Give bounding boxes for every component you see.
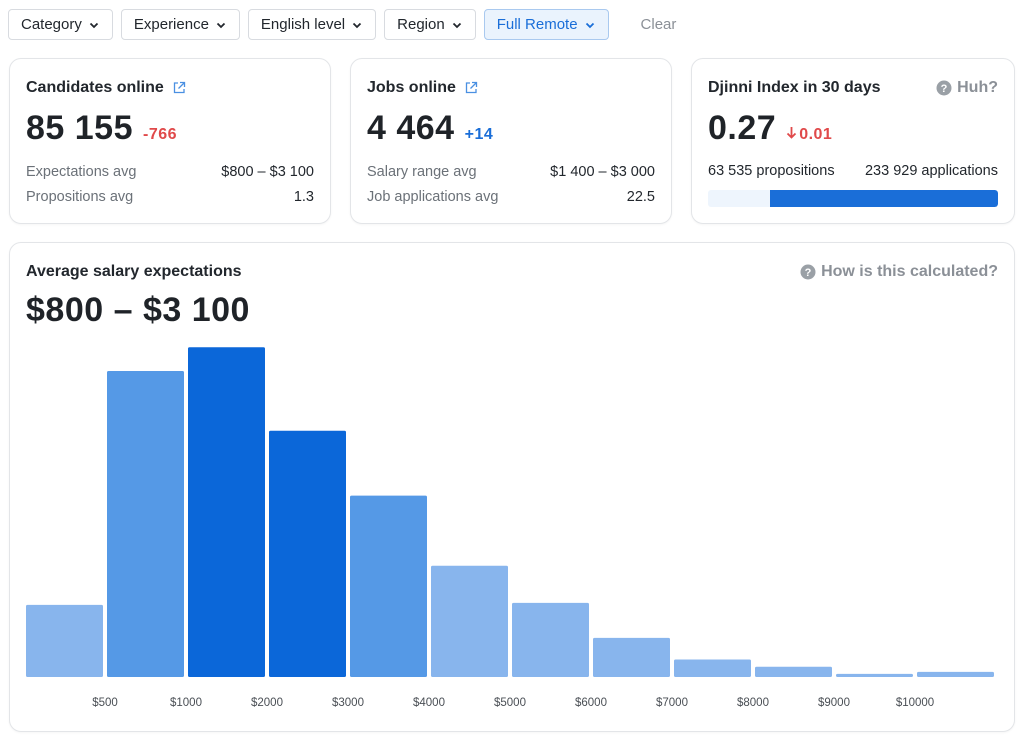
- propositions-count: 63 535 propositions: [708, 163, 835, 179]
- jobs-card: Jobs online 4 464 +14 Salary range avg $…: [350, 58, 672, 224]
- histogram-bar[interactable]: [188, 347, 265, 677]
- jobs-title-label: Jobs online: [367, 79, 456, 96]
- svg-text:?: ?: [941, 83, 948, 95]
- x-tick-label: $8000: [737, 697, 769, 709]
- clear-filters-button[interactable]: Clear: [641, 16, 677, 33]
- histogram-bar[interactable]: [836, 673, 913, 677]
- chevron-down-icon: [585, 22, 594, 28]
- question-icon: ?: [936, 80, 952, 96]
- djinni-index-title: Djinni Index in 30 days: [708, 79, 881, 96]
- x-tick-label: $7000: [656, 697, 688, 709]
- filter-full-remote-button[interactable]: Full Remote: [483, 9, 609, 40]
- filter-label: Category: [21, 16, 82, 33]
- x-tick-label: $500: [92, 697, 118, 709]
- jobs-value: 4 464: [367, 109, 455, 147]
- x-tick-label: $5000: [494, 697, 526, 709]
- djinni-counts-row: 63 535 propositions 233 929 applications: [708, 163, 998, 179]
- djinni-ratio-bar: [708, 190, 998, 207]
- histogram-bar[interactable]: [269, 430, 346, 677]
- candidates-title-label: Candidates online: [26, 79, 164, 96]
- chevron-down-icon: [353, 22, 362, 28]
- expectations-avg-row: Expectations avg $800 – $3 100: [26, 164, 314, 180]
- histogram-bar[interactable]: [350, 495, 427, 677]
- filter-experience-button[interactable]: Experience: [120, 9, 240, 40]
- x-tick-label: $4000: [413, 697, 445, 709]
- chevron-down-icon: [216, 22, 226, 28]
- jobs-delta: +14: [464, 126, 494, 143]
- job-applications-avg-row: Job applications avg 22.5: [367, 189, 655, 205]
- huh-label: Huh?: [957, 79, 998, 96]
- djinni-index-delta-value: 0.01: [799, 126, 833, 143]
- djinni-index-delta: 0.01: [786, 126, 832, 144]
- histogram-bar[interactable]: [107, 371, 184, 677]
- propositions-avg-row: Propositions avg 1.3: [26, 189, 314, 205]
- x-tick-label: $10000: [896, 697, 934, 709]
- external-link-icon[interactable]: [464, 81, 478, 95]
- chevron-down-icon: [89, 22, 99, 28]
- candidates-delta: -766: [143, 126, 178, 143]
- histogram-bar[interactable]: [512, 602, 589, 677]
- salary-chart-card: Average salary expectations ? How is thi…: [9, 242, 1015, 732]
- filter-label: Region: [397, 16, 445, 33]
- candidates-count: 85 155 -766: [26, 109, 177, 148]
- salary-histogram: $500 $1000 $2000 $3000 $4000 $5000 $6000 $7000 $…: [26, 347, 994, 709]
- candidates-card: Candidates online 85 155 -766 Expectatio…: [9, 58, 331, 224]
- x-tick-label: $9000: [818, 697, 850, 709]
- job-applications-avg-value: 22.5: [626, 189, 655, 205]
- histogram-bar[interactable]: [755, 666, 832, 677]
- filter-bar: Category Experience English level Region Ful…: [8, 9, 676, 40]
- djinni-index-card: Djinni Index in 30 days ? Huh? 0.27 0.01…: [691, 58, 1015, 224]
- arrow-down-icon: [787, 127, 797, 139]
- chevron-down-icon: [452, 22, 461, 28]
- expectations-avg-label: Expectations avg: [26, 164, 137, 180]
- x-tick-label: $3000: [332, 697, 364, 709]
- candidates-value: 85 155: [26, 109, 133, 147]
- propositions-avg-label: Propositions avg: [26, 189, 134, 205]
- djinni-index-number: 0.27 0.01: [708, 109, 832, 148]
- salary-range-avg-label: Salary range avg: [367, 164, 477, 180]
- histogram-bar[interactable]: [674, 659, 751, 677]
- applications-count: 233 929 applications: [864, 163, 998, 179]
- histogram-bar[interactable]: [431, 565, 508, 677]
- jobs-title[interactable]: Jobs online: [367, 79, 478, 97]
- huh-help-link[interactable]: ? Huh?: [936, 79, 998, 97]
- filter-english-level-button[interactable]: English level: [247, 9, 377, 40]
- filter-category-button[interactable]: Category: [8, 9, 113, 40]
- filter-region-button[interactable]: Region: [384, 9, 476, 40]
- candidates-title[interactable]: Candidates online: [26, 79, 186, 97]
- filter-label: English level: [260, 16, 346, 33]
- expectations-avg-value: $800 – $3 100: [221, 164, 314, 180]
- histogram-bar[interactable]: [593, 637, 670, 677]
- histogram-bar[interactable]: [26, 604, 103, 677]
- filter-label: Full Remote: [496, 16, 578, 33]
- filter-label: Experience: [133, 16, 209, 33]
- salary-range-avg-row: Salary range avg $1 400 – $3 000: [367, 164, 655, 180]
- external-link-icon[interactable]: [172, 81, 186, 95]
- djinni-index-value: 0.27: [708, 109, 777, 147]
- salary-range-avg-value: $1 400 – $3 000: [550, 164, 655, 180]
- x-tick-label: $6000: [575, 697, 607, 709]
- propositions-avg-value: 1.3: [293, 189, 314, 205]
- x-tick-label: $1000: [170, 697, 202, 709]
- histogram-bar[interactable]: [917, 671, 994, 677]
- x-tick-label: $2000: [251, 697, 283, 709]
- jobs-count: 4 464 +14: [367, 109, 493, 148]
- applications-share-fill: [770, 190, 998, 207]
- job-applications-avg-label: Job applications avg: [367, 189, 499, 205]
